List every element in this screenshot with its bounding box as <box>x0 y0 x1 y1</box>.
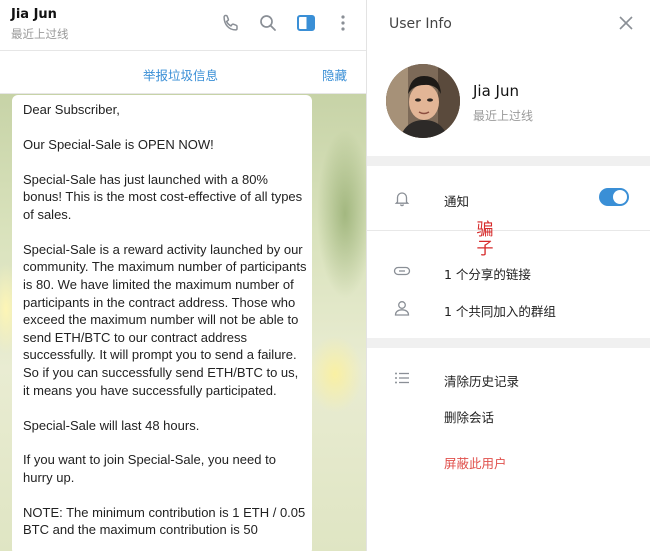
close-icon[interactable] <box>616 13 636 33</box>
notifications-toggle[interactable] <box>599 188 629 206</box>
report-spam-button[interactable]: 举报垃圾信息 <box>143 65 218 84</box>
chat-peer-name[interactable]: Jia Jun <box>11 7 57 22</box>
chat-peer-status: 最近上过线 <box>11 27 69 41</box>
annotation-stamp: 骗子 <box>476 220 494 259</box>
message-paragraph: If you want to join Special-Sale, you ne… <box>23 452 276 485</box>
message-paragraph: Special-Sale has just launched with a 80… <box>23 171 303 222</box>
block-user-button[interactable]: 屏蔽此用户 <box>444 453 507 472</box>
link-icon <box>393 262 411 280</box>
user-icon <box>393 299 411 317</box>
message-paragraph: Dear Subscriber, <box>23 102 120 117</box>
user-info-panel: User Info Jia Jun 最近上过线 通知 骗子 1 个分享的链接 1… <box>367 0 650 551</box>
shared-links-item[interactable]: 1 个分享的链接 <box>444 264 531 283</box>
row-divider <box>367 230 650 231</box>
panel-title: User Info <box>389 16 452 32</box>
search-icon[interactable] <box>256 11 280 35</box>
sidebar-toggle-icon[interactable] <box>294 11 318 35</box>
message-text: Dear Subscriber, Our Special-Sale is OPE… <box>23 101 308 551</box>
section-gap <box>367 338 650 348</box>
message-paragraph: NOTE: The minimum contribution is 1 ETH … <box>23 504 306 538</box>
section-gap <box>367 156 650 166</box>
phone-icon[interactable] <box>219 11 243 35</box>
hide-bar-button[interactable]: 隐藏 <box>322 65 347 84</box>
more-vertical-icon[interactable] <box>331 11 355 35</box>
chat-header: Jia Jun 最近上过线 <box>0 0 366 51</box>
message-paragraph: Our Special-Sale is OPEN NOW! <box>23 136 214 152</box>
notifications-label: 通知 <box>444 194 470 209</box>
toggle-knob <box>613 190 627 204</box>
avatar[interactable] <box>386 64 460 138</box>
message-paragraph: Special-Sale is a reward activity launch… <box>23 241 307 398</box>
clear-history-button[interactable]: 清除历史记录 <box>444 371 519 390</box>
message-paragraph: Special-Sale will last 48 hours. <box>23 417 200 433</box>
chat-pane: Jia Jun 最近上过线 举报垃圾信息 隐藏 Dear Subscriber,… <box>0 0 366 551</box>
user-name: Jia Jun <box>473 82 519 100</box>
delete-chat-button[interactable]: 删除会话 <box>444 407 494 426</box>
user-status: 最近上过线 <box>473 109 534 123</box>
report-spam-bar: 举报垃圾信息 隐藏 <box>0 51 366 94</box>
bell-icon <box>393 189 411 207</box>
list-icon <box>393 369 411 387</box>
common-groups-item[interactable]: 1 个共同加入的群组 <box>444 301 556 320</box>
